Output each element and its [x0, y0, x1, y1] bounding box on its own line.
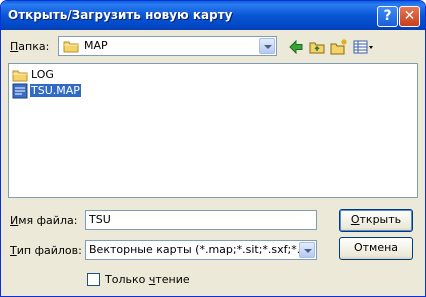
- new-folder-icon[interactable]: [330, 38, 348, 56]
- folder-icon: [63, 41, 79, 53]
- filename-value: TSU: [89, 213, 111, 226]
- filename-input[interactable]: TSU: [85, 210, 317, 230]
- cancel-button[interactable]: Отмена: [339, 237, 413, 260]
- back-arrow-icon[interactable]: [287, 38, 305, 56]
- title-bar[interactable]: Открыть/Загрузить новую карту ? ✕: [1, 1, 425, 30]
- folder-value: MAP: [84, 39, 108, 52]
- folder-icon: [12, 70, 28, 82]
- filetype-label: Тип файлов:: [10, 244, 82, 257]
- list-item-label: LOG: [31, 68, 54, 81]
- chevron-down-icon[interactable]: [299, 242, 315, 258]
- list-item-label: TSU.MAP: [30, 84, 81, 97]
- folder-label: Папка:: [10, 40, 50, 53]
- filetype-value: Векторные карты (*.map;*.sit;*.sxf;*.txf…: [89, 243, 299, 256]
- file-list[interactable]: LOG TSU.MAP: [8, 63, 418, 198]
- map-file-icon: [12, 83, 28, 99]
- open-map-dialog: Открыть/Загрузить новую карту ? ✕ Папка:…: [0, 0, 426, 297]
- readonly-checkbox[interactable]: [87, 273, 100, 286]
- chevron-down-icon[interactable]: [259, 38, 275, 54]
- close-button[interactable]: ✕: [399, 6, 420, 27]
- filename-label: Имя файла:: [10, 214, 78, 227]
- window-title: Открыть/Загрузить новую карту: [8, 8, 233, 22]
- filetype-select[interactable]: Векторные карты (*.map;*.sit;*.sxf;*.txf…: [85, 240, 317, 260]
- readonly-label: Только чтение: [105, 273, 190, 286]
- folder-select[interactable]: MAP: [58, 36, 277, 56]
- view-menu-icon[interactable]: [353, 38, 375, 56]
- up-folder-icon[interactable]: [308, 38, 326, 56]
- help-button[interactable]: ?: [377, 6, 398, 27]
- open-button[interactable]: Открыть: [339, 209, 413, 232]
